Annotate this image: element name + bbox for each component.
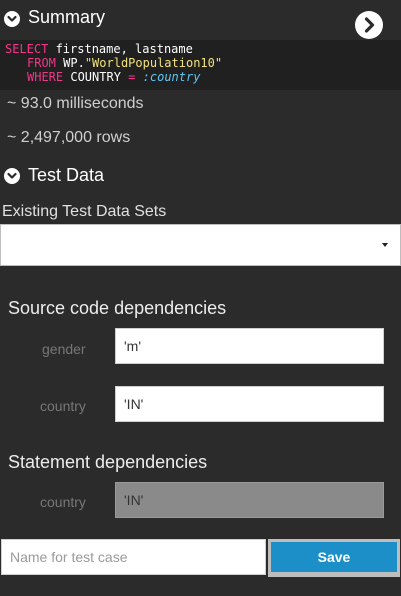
sql-keyword-select: SELECT xyxy=(5,42,49,56)
save-button[interactable]: Save xyxy=(271,542,397,572)
caret-down-icon xyxy=(382,243,388,247)
sql-column-country: COUNTRY xyxy=(70,70,121,84)
statement-country-label: country xyxy=(40,494,86,510)
statement-country-input xyxy=(115,482,384,518)
save-button-frame: Save xyxy=(268,539,400,577)
existing-test-data-select[interactable] xyxy=(0,224,401,266)
test-case-bar: Save xyxy=(0,537,401,577)
sql-keyword-from: FROM xyxy=(27,56,56,70)
row-count: ~ 2,497,000 rows xyxy=(7,129,131,146)
test-case-name-input[interactable] xyxy=(1,539,266,575)
execution-time: ~ 93.0 milliseconds xyxy=(7,95,144,112)
gender-label: gender xyxy=(42,341,86,357)
sql-line-3: WHERE COUNTRY = :country xyxy=(27,70,200,84)
sql-schema: WP. xyxy=(63,56,85,70)
summary-title: Summary xyxy=(28,7,106,27)
sql-statement: SELECT firstname, lastname FROM WP."Worl… xyxy=(0,40,401,90)
test-data-title: Test Data xyxy=(28,165,105,185)
sql-line-1: SELECT firstname, lastname xyxy=(5,42,193,56)
sql-select-columns: firstname, lastname xyxy=(48,42,193,56)
statement-dependencies-title: Statement dependencies xyxy=(8,452,208,472)
summary-header[interactable]: Summary xyxy=(0,0,401,40)
sql-operator: = xyxy=(128,70,136,84)
sql-keyword-where: WHERE xyxy=(27,70,64,84)
existing-test-data-label: Existing Test Data Sets xyxy=(2,203,167,220)
chevron-down-icon[interactable] xyxy=(4,11,20,27)
gender-input[interactable] xyxy=(115,328,384,364)
chevron-right-icon[interactable] xyxy=(355,11,383,39)
sql-line-2: FROM WP."WorldPopulation10" xyxy=(27,56,222,70)
test-data-header[interactable]: Test Data xyxy=(0,160,401,192)
country-label: country xyxy=(40,398,86,414)
chevron-down-icon[interactable] xyxy=(4,168,20,184)
sql-table-name: "WorldPopulation10" xyxy=(84,56,223,70)
sql-bind-variable: :country xyxy=(142,70,201,84)
source-dependencies-title: Source code dependencies xyxy=(8,298,227,318)
country-input[interactable] xyxy=(115,386,384,422)
